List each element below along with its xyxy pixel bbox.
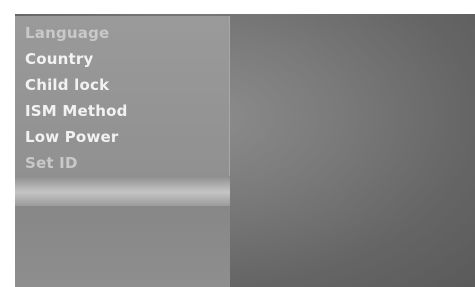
menu-item-ism-method[interactable]: ISM Method	[25, 99, 128, 123]
menu-lower-area	[15, 206, 230, 287]
tv-screen: Language Country Child lock ISM Method L…	[15, 14, 475, 287]
menu-item-child-lock[interactable]: Child lock	[25, 73, 109, 97]
menu-item-set-id[interactable]: Set ID	[25, 151, 78, 175]
setup-menu-panel: Language Country Child lock ISM Method L…	[15, 16, 230, 287]
menu-item-language[interactable]: Language	[25, 21, 109, 45]
menu-item-low-power[interactable]: Low Power	[25, 125, 118, 149]
setup-menu-list: Language Country Child lock ISM Method L…	[15, 16, 230, 176]
menu-highlight-bar	[15, 176, 230, 206]
menu-item-country[interactable]: Country	[25, 47, 93, 71]
